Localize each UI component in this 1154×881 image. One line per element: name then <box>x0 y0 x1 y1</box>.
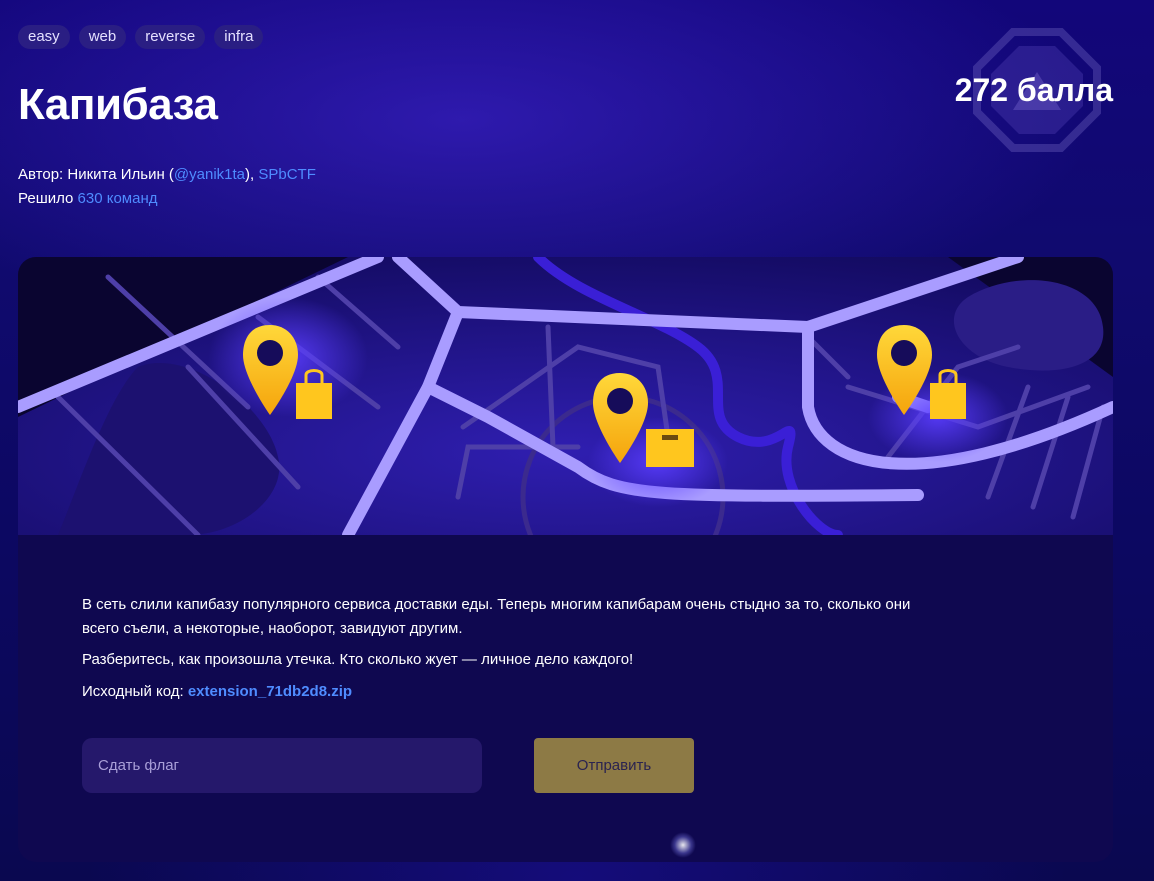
author-line: Автор: Никита Ильин (@yanik1ta), SPbCTF <box>18 163 316 187</box>
flag-input[interactable] <box>82 738 482 793</box>
solved-count-link[interactable]: 630 команд <box>78 190 158 207</box>
tag-list: easy web reverse infra <box>18 25 264 49</box>
source-label: Исходный код: <box>82 682 188 700</box>
description-paragraph: В сеть слили капибазу популярного сервис… <box>82 596 911 637</box>
task-meta: Автор: Никита Ильин (@yanik1ta), SPbCTF … <box>18 163 316 211</box>
author-label: Автор: Никита Ильин ( <box>18 166 174 183</box>
map-illustration <box>18 257 1113 535</box>
description-paragraph: Разберитесь, как произошла утечка. Кто с… <box>82 651 634 668</box>
task-title: Капибаза <box>18 80 218 129</box>
author-org-link[interactable]: SPbCTF <box>258 166 316 183</box>
source-line: Исходный код: extension_71db2d8.zip <box>82 680 942 704</box>
author-handle-link[interactable]: @yanik1ta <box>174 166 245 183</box>
tag-web[interactable]: web <box>78 25 127 49</box>
tag-infra[interactable]: infra <box>214 25 264 49</box>
submit-flag-button[interactable]: Отправить <box>534 738 694 793</box>
source-file-link[interactable]: extension_71db2d8.zip <box>188 683 352 700</box>
tag-reverse[interactable]: reverse <box>135 25 206 49</box>
solved-line: Решило 630 команд <box>18 187 316 211</box>
parcel-box-icon <box>646 429 694 467</box>
light-glow <box>670 832 696 858</box>
points-value: 272 балла <box>954 72 1113 108</box>
task-description: В сеть слили капибазу популярного сервис… <box>82 593 942 711</box>
author-separator: ), <box>245 166 259 183</box>
solved-label: Решило <box>18 190 78 207</box>
task-card: В сеть слили капибазу популярного сервис… <box>18 257 1113 862</box>
tag-easy[interactable]: easy <box>18 25 70 49</box>
